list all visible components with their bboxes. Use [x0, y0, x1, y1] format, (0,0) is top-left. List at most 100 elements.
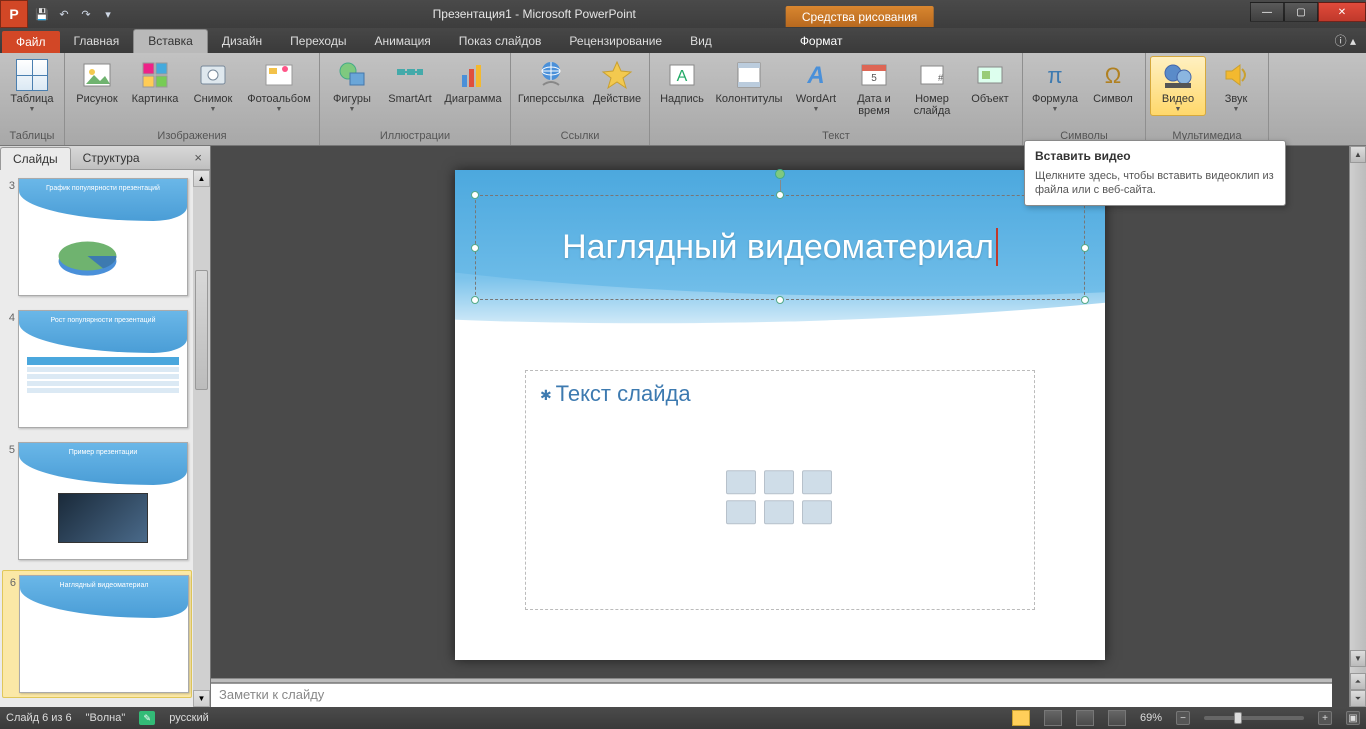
view-slideshow-button[interactable] — [1108, 710, 1126, 726]
resize-handle[interactable] — [776, 296, 784, 304]
svg-text:A: A — [806, 62, 824, 89]
chevron-down-icon: ▼ — [1233, 106, 1240, 113]
tab-file[interactable]: Файл — [2, 31, 60, 53]
scroll-down-icon[interactable]: ▼ — [193, 690, 210, 707]
screenshot-button[interactable]: Снимок▼ — [185, 56, 241, 116]
slide-editor[interactable]: Наглядный видеоматериал Текст слайда — [211, 146, 1349, 707]
notes-pane[interactable]: Заметки к слайду — [211, 683, 1332, 707]
editor-scrollbar[interactable]: ▲ ▼ ⏶ ⏷ — [1349, 146, 1366, 707]
thumbnail-row[interactable]: 3 График популярности презентаций — [2, 174, 192, 300]
tooltip-video: Вставить видео Щелкните здесь, чтобы вст… — [1024, 140, 1286, 206]
thumbnail[interactable]: График популярности презентаций — [18, 178, 188, 296]
tab-design[interactable]: Дизайн — [208, 30, 276, 53]
view-normal-button[interactable] — [1012, 710, 1030, 726]
thumbnail[interactable]: Пример презентации — [18, 442, 188, 560]
zoom-out-button[interactable]: − — [1176, 711, 1190, 725]
resize-handle[interactable] — [471, 191, 479, 199]
redo-icon[interactable]: ↷ — [78, 6, 94, 22]
datetime-button[interactable]: 5Дата и время — [846, 56, 902, 120]
insert-media-icon[interactable] — [802, 500, 832, 524]
action-button[interactable]: Действие — [589, 56, 645, 108]
save-icon[interactable]: 💾 — [34, 6, 50, 22]
tab-insert[interactable]: Вставка — [133, 29, 208, 53]
title-placeholder[interactable]: Наглядный видеоматериал — [475, 195, 1085, 300]
status-language[interactable]: русский — [169, 712, 208, 724]
undo-icon[interactable]: ↶ — [56, 6, 72, 22]
picture-button[interactable]: Рисунок — [69, 56, 125, 108]
equation-button[interactable]: πФормула▼ — [1027, 56, 1083, 116]
symbol-button[interactable]: ΩСимвол — [1085, 56, 1141, 108]
datetime-icon: 5 — [858, 59, 890, 91]
qat-customize-icon[interactable]: ▾ — [100, 6, 116, 22]
resize-handle[interactable] — [471, 296, 479, 304]
tab-animation[interactable]: Анимация — [360, 30, 444, 53]
scroll-down-icon[interactable]: ▼ — [1350, 650, 1366, 667]
zoom-in-button[interactable]: + — [1318, 711, 1332, 725]
thumbnail-selected[interactable]: Наглядный видеоматериал — [19, 575, 189, 693]
close-button[interactable]: ✕ — [1318, 2, 1366, 22]
video-button[interactable]: Видео▼ — [1150, 56, 1206, 116]
next-slide-icon[interactable]: ⏷ — [1350, 690, 1366, 707]
slide-panel-close-icon[interactable]: × — [186, 150, 210, 165]
slide-panel-scrollbar[interactable]: ▲ ▼ — [193, 170, 210, 707]
smartart-button[interactable]: SmartArt — [382, 56, 438, 108]
shapes-icon — [336, 59, 368, 91]
clipart-button[interactable]: Картинка — [127, 56, 183, 108]
maximize-button[interactable]: ▢ — [1284, 2, 1318, 22]
scroll-up-icon[interactable]: ▲ — [1350, 146, 1366, 163]
view-reading-button[interactable] — [1076, 710, 1094, 726]
object-button[interactable]: Объект — [962, 56, 1018, 108]
wordart-button[interactable]: AWordArt▼ — [788, 56, 844, 116]
zoom-slider[interactable] — [1204, 716, 1304, 720]
view-sorter-button[interactable] — [1044, 710, 1062, 726]
rotation-handle[interactable] — [775, 169, 785, 179]
prev-slide-icon[interactable]: ⏶ — [1350, 673, 1366, 690]
tab-review[interactable]: Рецензирование — [555, 30, 676, 53]
zoom-slider-thumb[interactable] — [1234, 712, 1242, 724]
table-button[interactable]: Таблица ▼ — [4, 56, 60, 116]
photoalbum-button[interactable]: Фотоальбом▼ — [243, 56, 315, 116]
scroll-up-icon[interactable]: ▲ — [193, 170, 210, 187]
tab-slides[interactable]: Слайды — [0, 147, 71, 170]
chart-icon — [457, 59, 489, 91]
ribbon: Таблица ▼ Таблицы Рисунок Картинка Снимо… — [0, 53, 1366, 146]
tab-slideshow[interactable]: Показ слайдов — [445, 30, 556, 53]
thumbnail[interactable]: Рост популярности презентаций — [18, 310, 188, 428]
slide-canvas[interactable]: Наглядный видеоматериал Текст слайда — [455, 170, 1105, 660]
tab-home[interactable]: Главная — [60, 30, 134, 53]
zoom-level[interactable]: 69% — [1140, 712, 1162, 724]
resize-handle[interactable] — [776, 191, 784, 199]
insert-smartart-icon[interactable] — [802, 470, 832, 494]
tab-outline[interactable]: Структура — [71, 147, 152, 169]
headerfooter-button[interactable]: Колонтитулы — [712, 56, 786, 108]
tab-transitions[interactable]: Переходы — [276, 30, 360, 53]
content-placeholder[interactable]: Текст слайда — [525, 370, 1035, 610]
textbox-button[interactable]: AНадпись — [654, 56, 710, 108]
insert-chart-icon[interactable] — [764, 470, 794, 494]
language-icon[interactable]: ✎ — [139, 711, 155, 725]
thumbnail-row[interactable]: 5 Пример презентации — [2, 438, 192, 564]
ribbon-help-icon[interactable]: ⓘ ▴ — [1325, 28, 1366, 53]
scrollbar-track[interactable] — [1350, 163, 1366, 650]
slide-panel: Слайды Структура × 3 График популярности… — [0, 146, 211, 707]
slidenumber-button[interactable]: #Номер слайда — [904, 56, 960, 120]
tab-format[interactable]: Формат — [786, 30, 857, 53]
thumbnail-row[interactable]: 6 Наглядный видеоматериал — [2, 570, 192, 698]
insert-table-icon[interactable] — [726, 470, 756, 494]
zoom-fit-button[interactable]: ▣ — [1346, 711, 1360, 725]
thumbnails-list: 3 График популярности презентаций 4 Рост… — [0, 170, 210, 707]
hyperlink-button[interactable]: Гиперссылка — [515, 56, 587, 108]
chart-button[interactable]: Диаграмма — [440, 56, 506, 108]
content-placeholder-text[interactable]: Текст слайда — [540, 381, 1020, 407]
insert-clipart-icon[interactable] — [764, 500, 794, 524]
resize-handle[interactable] — [1081, 244, 1089, 252]
insert-picture-icon[interactable] — [726, 500, 756, 524]
minimize-button[interactable]: — — [1250, 2, 1284, 22]
audio-button[interactable]: Звук▼ — [1208, 56, 1264, 116]
resize-handle[interactable] — [1081, 296, 1089, 304]
thumbnail-row[interactable]: 4 Рост популярности презентаций — [2, 306, 192, 432]
resize-handle[interactable] — [471, 244, 479, 252]
scrollbar-thumb[interactable] — [195, 270, 208, 390]
shapes-button[interactable]: Фигуры▼ — [324, 56, 380, 116]
tab-view[interactable]: Вид — [676, 30, 726, 53]
